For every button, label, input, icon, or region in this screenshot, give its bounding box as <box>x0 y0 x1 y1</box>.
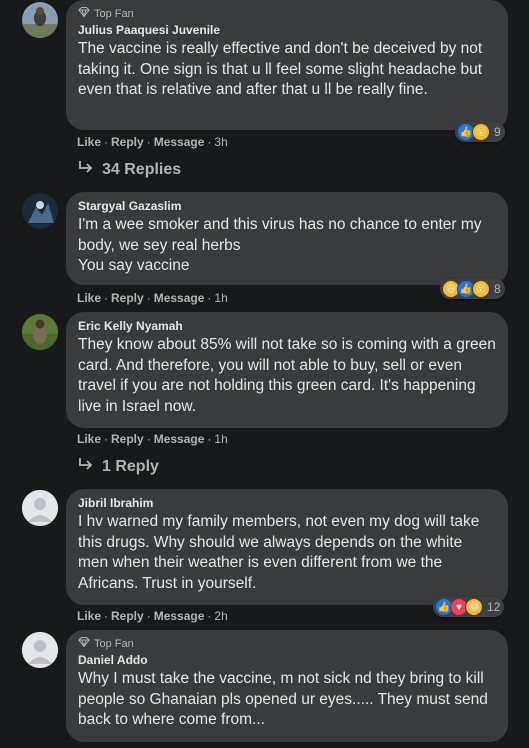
commenter-name[interactable]: Eric Kelly Nyamah <box>78 319 496 333</box>
comment-text: They know about 85% will not take so is … <box>78 336 496 415</box>
timestamp[interactable]: 3h <box>214 135 227 149</box>
message-link[interactable]: Message <box>154 291 205 305</box>
commenter-name[interactable]: Stargyal Gazaslim <box>78 199 496 213</box>
comment-text: The vaccine is really effective and don'… <box>78 40 483 98</box>
wow-reaction-icon: 😮 <box>472 280 490 298</box>
reactions-summary[interactable]: 👍 ♥ 😂 12 <box>433 597 505 617</box>
top-fan-badge: Top Fan <box>78 637 496 650</box>
reply-arrow-icon <box>78 160 94 179</box>
top-fan-badge: Top Fan <box>78 7 496 20</box>
avatar[interactable] <box>22 193 58 229</box>
comment-bubble: Top Fan Daniel Addo Why I must take the … <box>66 630 508 742</box>
comment-bubble: Stargyal Gazaslim I'm a wee smoker and t… <box>66 192 508 285</box>
like-link[interactable]: Like <box>77 609 101 623</box>
comment-text: Why I must take the vaccine, m not sick … <box>78 670 488 728</box>
comment-actions: Like · Reply · Message · 1h <box>77 432 228 446</box>
diamond-icon <box>78 7 90 20</box>
comment-bubble: Top Fan Julius Paaquesi Juvenile The vac… <box>66 0 508 130</box>
timestamp[interactable]: 1h <box>214 432 227 446</box>
haha-reaction-icon: 😂 <box>465 598 483 616</box>
like-link[interactable]: Like <box>77 291 101 305</box>
avatar[interactable] <box>22 314 58 350</box>
commenter-name[interactable]: Julius Paaquesi Juvenile <box>78 23 496 37</box>
view-replies-link[interactable]: 1 Reply <box>78 457 159 476</box>
commenter-name[interactable]: Daniel Addo <box>78 653 496 667</box>
reaction-count: 9 <box>494 125 501 139</box>
comment-bubble: Eric Kelly Nyamah They know about 85% wi… <box>66 312 508 428</box>
reply-arrow-icon <box>78 457 94 476</box>
comment-bubble: Jibril Ibrahim I hv warned my family mem… <box>66 489 508 605</box>
reaction-count: 8 <box>494 282 501 296</box>
avatar[interactable] <box>22 2 58 38</box>
reply-link[interactable]: Reply <box>111 609 144 623</box>
like-link[interactable]: Like <box>77 135 101 149</box>
reply-link[interactable]: Reply <box>111 432 144 446</box>
message-link[interactable]: Message <box>154 135 205 149</box>
view-replies-link[interactable]: 34 Replies <box>78 160 181 179</box>
comment-text: I hv warned my family members, not even … <box>78 513 480 592</box>
avatar[interactable] <box>22 632 58 668</box>
like-link[interactable]: Like <box>77 432 101 446</box>
reply-link[interactable]: Reply <box>111 135 144 149</box>
comment-text: I'm a wee smoker and this virus has no c… <box>78 216 482 274</box>
message-link[interactable]: Message <box>154 609 205 623</box>
timestamp[interactable]: 2h <box>214 609 227 623</box>
avatar[interactable] <box>22 490 58 526</box>
reactions-summary[interactable]: 😆 👍 😮 8 <box>440 279 505 299</box>
reaction-count: 12 <box>487 600 501 614</box>
timestamp[interactable]: 1h <box>214 291 227 305</box>
diamond-icon <box>78 637 90 650</box>
comment-actions: Like · Reply · Message · 1h <box>77 291 228 305</box>
reactions-summary[interactable]: 👍 😮 9 <box>455 122 505 142</box>
commenter-name[interactable]: Jibril Ibrahim <box>78 496 496 510</box>
reply-link[interactable]: Reply <box>111 291 144 305</box>
wow-reaction-icon: 😮 <box>472 123 490 141</box>
comment-actions: Like · Reply · Message · 2h <box>77 609 228 623</box>
message-link[interactable]: Message <box>154 432 205 446</box>
comment-actions: Like · Reply · Message · 3h <box>77 135 228 149</box>
